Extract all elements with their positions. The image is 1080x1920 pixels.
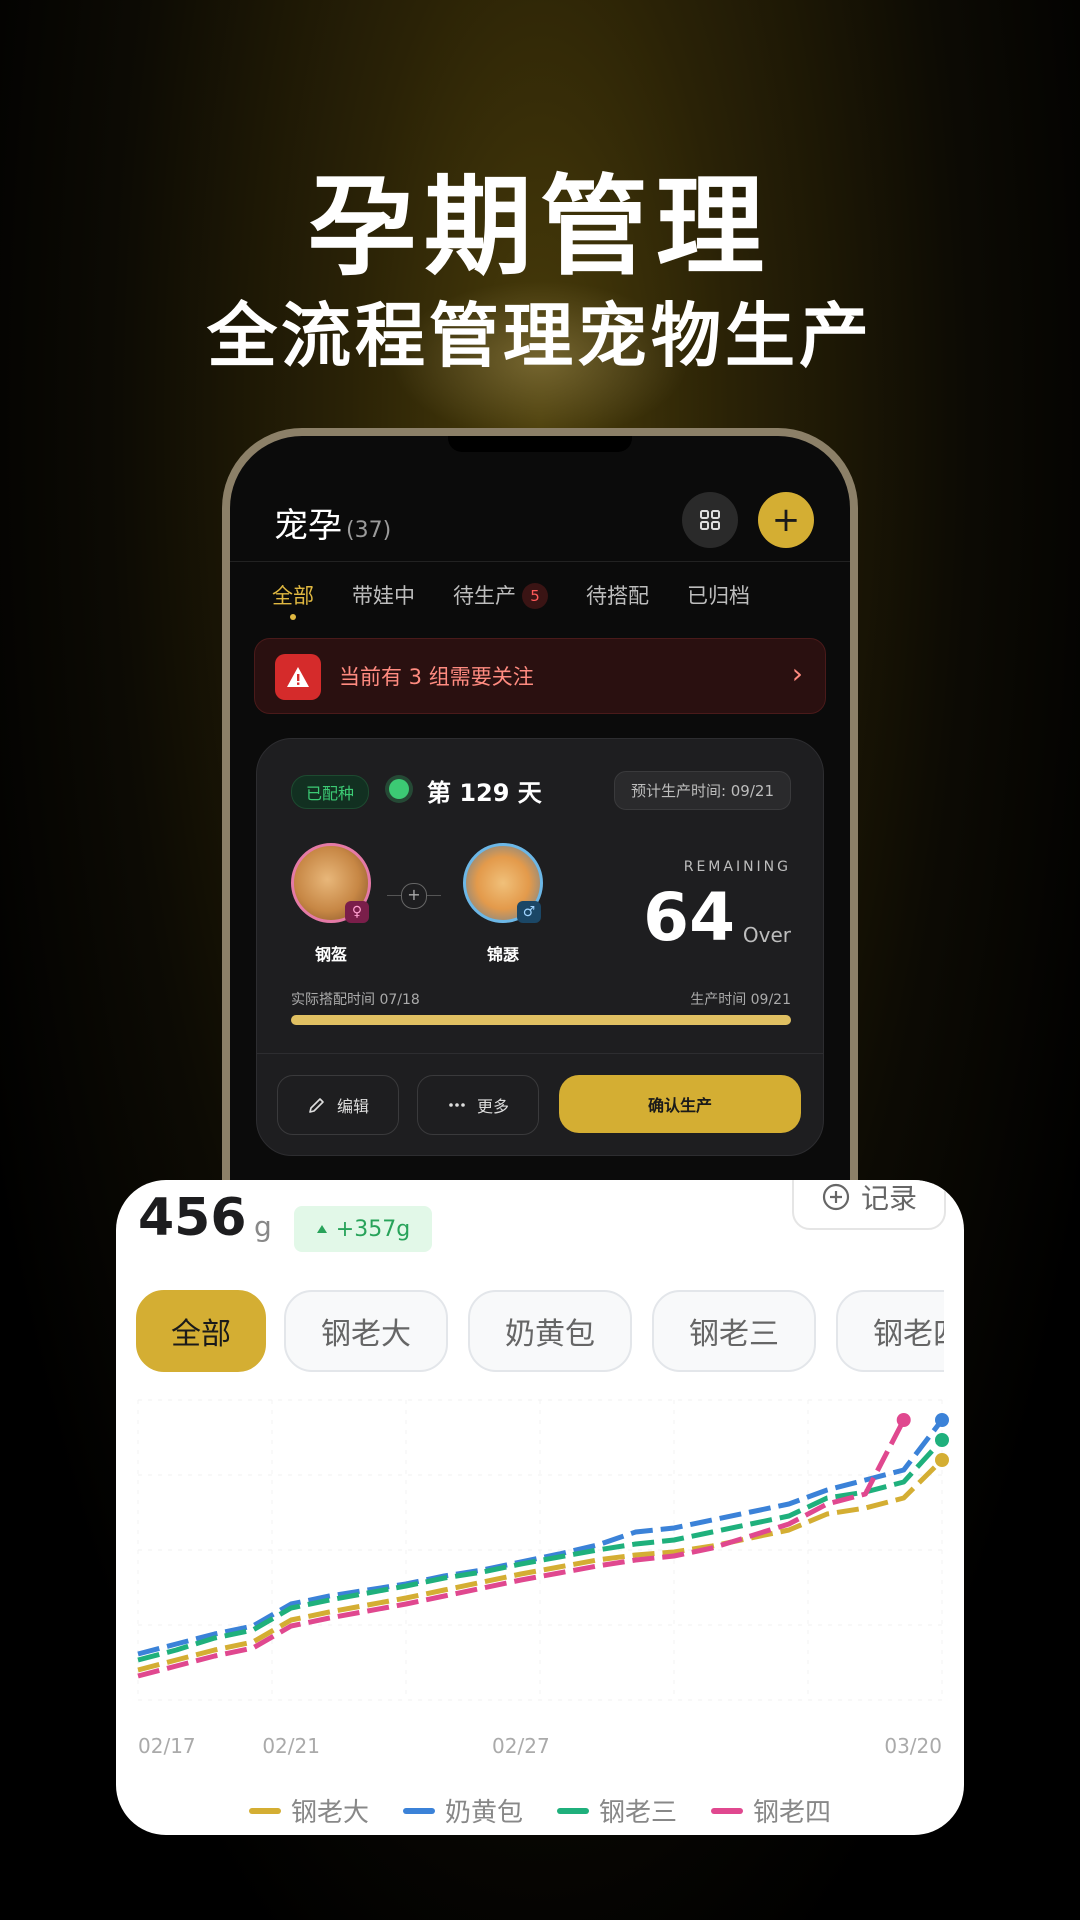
- series-line-4: [137, 1418, 906, 1679]
- male-name: 锦瑟: [487, 945, 520, 964]
- pet-filter-chips: 全部 钢老大 奶黄包 钢老三 钢老四: [136, 1290, 944, 1374]
- male-icon: ♂: [517, 901, 541, 923]
- pregnancy-card[interactable]: 已配种 第 129 天 预计生产时间: 09/21 ♀ + ♂ 钢盔 锦瑟 RE…: [256, 738, 824, 1156]
- pair-plus-icon: +: [401, 883, 427, 909]
- hero-subtitle: 全流程管理宠物生产: [207, 295, 873, 377]
- x-tick-label: 02/27: [492, 1734, 550, 1758]
- remaining-label: REMAINING: [683, 859, 791, 875]
- legend-item-4: 钢老四: [711, 1792, 831, 1829]
- more-label: 更多: [476, 1097, 509, 1116]
- tab-pending-birth[interactable]: 待生产 5: [453, 580, 548, 610]
- hero-title: 孕期管理: [307, 165, 772, 290]
- plus-icon: +: [771, 500, 801, 540]
- tab-pending-match-label: 待搭配: [586, 584, 649, 608]
- legend-label: 钢老大: [290, 1798, 369, 1828]
- warning-icon: [275, 654, 321, 700]
- card-divider: [257, 1053, 823, 1054]
- chevron-right-icon: ›: [791, 657, 803, 690]
- tab-pending-birth-label: 待生产: [453, 584, 516, 608]
- weight-delta: +357g: [335, 1216, 411, 1242]
- current-weight: 456: [138, 1188, 247, 1248]
- tab-nursing-label: 带娃中: [352, 584, 415, 608]
- chart-legend: 钢老大 奶黄包 钢老三 钢老四: [116, 1792, 964, 1829]
- phone-notch: [448, 436, 632, 452]
- status-badge: 已配种: [291, 775, 370, 809]
- remaining-value: 64: [643, 879, 735, 956]
- legend-swatch: [248, 1807, 281, 1814]
- chip-pet-2[interactable]: 奶黄包: [468, 1290, 632, 1372]
- tab-all[interactable]: 全部: [272, 580, 314, 620]
- series-end-point-2: [935, 1413, 949, 1427]
- series-line-2: [137, 1418, 944, 1657]
- series-end-point-1: [935, 1453, 949, 1467]
- chip-pet-3[interactable]: 钢老三: [652, 1290, 816, 1372]
- mating-date: 实际搭配时间 07/18: [291, 992, 420, 1008]
- more-icon: [449, 1103, 465, 1107]
- pending-birth-badge: 5: [522, 583, 548, 609]
- tab-archived-label: 已归档: [687, 584, 750, 608]
- weight-unit: g: [254, 1210, 272, 1243]
- tab-archived[interactable]: 已归档: [687, 580, 750, 610]
- chip-pet-4[interactable]: 钢老四: [836, 1290, 944, 1372]
- legend-swatch: [711, 1807, 744, 1814]
- legend-swatch: [402, 1807, 435, 1814]
- legend-item-1: 钢老大: [248, 1792, 369, 1829]
- birth-date: 生产时间 09/21: [690, 992, 791, 1008]
- active-tab-indicator: [290, 614, 296, 620]
- series-end-point-3: [935, 1433, 949, 1447]
- chip-all[interactable]: 全部: [136, 1290, 266, 1372]
- plus-circle-icon: [822, 1183, 850, 1211]
- alert-text: 当前有 3 组需要关注: [339, 665, 534, 689]
- page-title-text: 宠孕: [274, 506, 342, 546]
- weight-chart-card: 456 g +357g 记录 全部 钢老大 奶黄包 钢老三 钢老四 02/170…: [116, 1180, 964, 1835]
- legend-item-3: 钢老三: [557, 1792, 677, 1829]
- header-divider: [230, 561, 850, 562]
- status-dot: [389, 779, 409, 799]
- x-tick-label: 03/20: [884, 1734, 942, 1758]
- page-title: 宠孕 (37): [274, 498, 391, 547]
- confirm-birth-button[interactable]: 确认生产: [559, 1075, 801, 1133]
- weight-line-chart: 02/17 02/21 02/27 03/20: [137, 1399, 949, 1758]
- pencil-icon: [309, 1098, 324, 1113]
- filter-tabs: 全部 带娃中 待生产 5 待搭配 已归档: [272, 580, 788, 620]
- edit-button[interactable]: 编辑: [277, 1075, 399, 1135]
- edit-label: 编辑: [336, 1097, 369, 1116]
- progress-bar: [291, 1015, 791, 1025]
- female-icon: ♀: [345, 901, 369, 923]
- tab-all-label: 全部: [272, 584, 314, 608]
- legend-swatch: [557, 1807, 589, 1814]
- grid-view-button[interactable]: [682, 492, 738, 548]
- remaining-unit: Over: [742, 923, 791, 947]
- x-tick-label: 02/21: [262, 1734, 320, 1758]
- tab-nursing[interactable]: 带娃中: [352, 580, 415, 610]
- legend-item-2: 奶黄包: [402, 1792, 523, 1829]
- female-name: 钢盔: [315, 945, 348, 964]
- weight-delta-badge: +357g: [294, 1206, 432, 1252]
- pregnancy-day: 第 129 天: [427, 779, 542, 807]
- x-tick-label: 02/17: [138, 1734, 196, 1758]
- add-button[interactable]: +: [758, 492, 814, 548]
- grid-icon: [700, 510, 720, 530]
- tab-pending-match[interactable]: 待搭配: [586, 580, 649, 610]
- attention-alert[interactable]: 当前有 3 组需要关注 ›: [254, 638, 826, 714]
- caret-up-icon: [316, 1225, 327, 1233]
- record-label: 记录: [860, 1182, 917, 1215]
- due-date-pill: 预计生产时间: 09/21: [613, 771, 791, 810]
- legend-label: 钢老三: [599, 1798, 678, 1828]
- pregnancy-count: (37): [346, 518, 392, 543]
- chip-pet-1[interactable]: 钢老大: [284, 1290, 448, 1372]
- record-button[interactable]: 记录: [792, 1180, 946, 1230]
- legend-label: 奶黄包: [444, 1798, 523, 1828]
- progress-fill: [291, 1015, 791, 1025]
- series-end-point-4: [896, 1413, 911, 1427]
- more-button[interactable]: 更多: [417, 1075, 539, 1135]
- legend-label: 钢老四: [753, 1798, 832, 1828]
